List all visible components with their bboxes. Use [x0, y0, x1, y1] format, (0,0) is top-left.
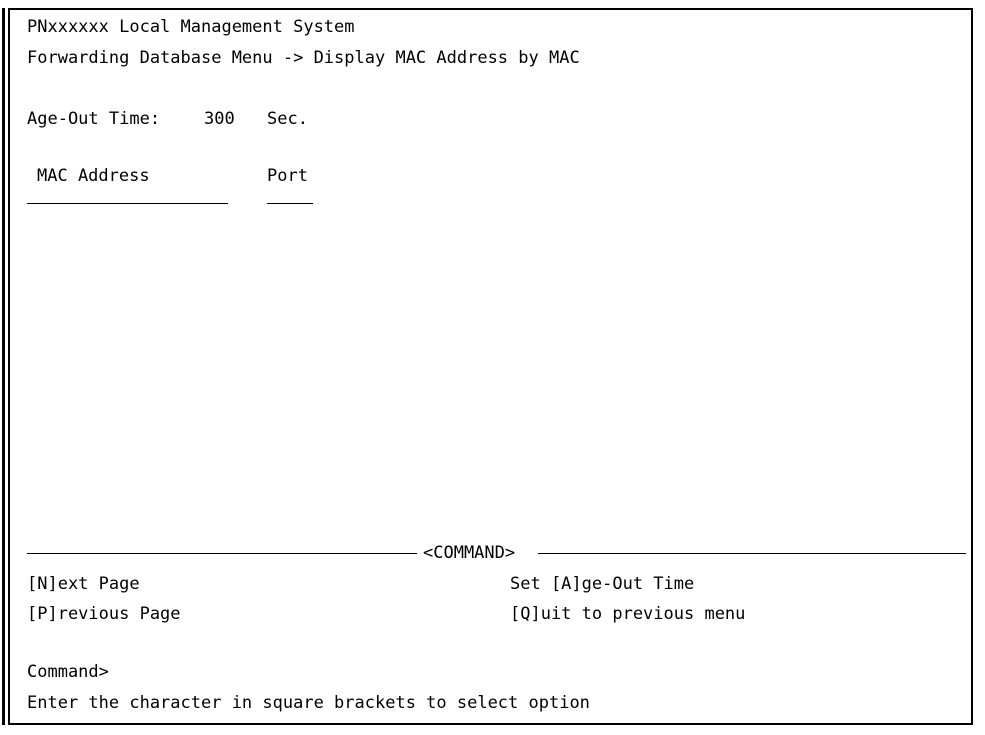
system-title: PNxxxxxx Local Management System	[27, 17, 355, 37]
quit-option[interactable]: [Q]uit to previous menu	[510, 602, 745, 626]
set-age-out-option[interactable]: Set [A]ge-Out Time	[510, 572, 694, 596]
command-section-title: <COMMAND>	[423, 543, 516, 563]
command-separator-right	[538, 553, 966, 555]
help-text: Enter the character in square brackets t…	[27, 693, 590, 713]
column-underline-port	[267, 203, 313, 205]
column-header-mac-address: MAC Address	[37, 166, 150, 186]
breadcrumb: Forwarding Database Menu -> Display MAC …	[27, 48, 580, 68]
age-out-value: 300	[204, 109, 235, 129]
command-separator-left	[27, 553, 417, 555]
previous-page-option[interactable]: [P]revious Page	[27, 602, 181, 626]
age-out-unit: Sec.	[267, 109, 308, 129]
command-prompt[interactable]: Command>	[27, 660, 109, 684]
terminal-left-border	[2, 8, 5, 725]
column-underline-mac-address	[27, 203, 228, 205]
next-page-option[interactable]: [N]ext Page	[27, 572, 140, 596]
column-header-port: Port	[267, 166, 308, 186]
age-out-label: Age-Out Time:	[27, 109, 161, 129]
